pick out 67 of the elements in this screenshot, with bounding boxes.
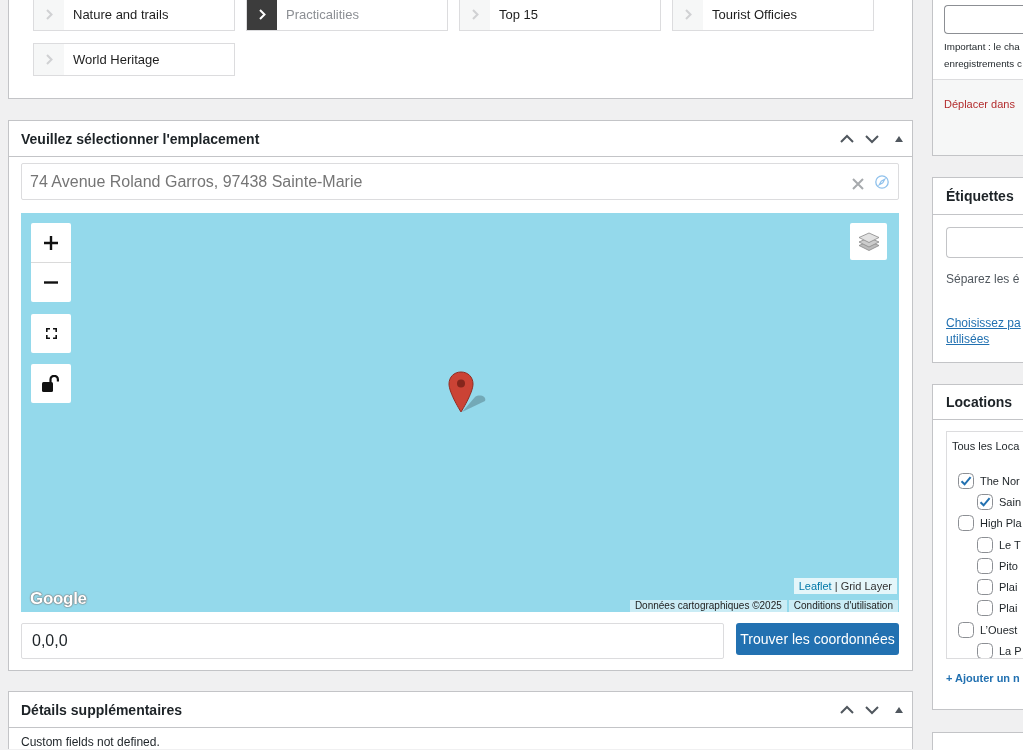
checkbox[interactable] [977,579,993,596]
layers-icon [857,231,880,252]
minus-icon [44,281,58,284]
panel-title: Locations [946,394,1014,410]
map-area[interactable]: Google Leaflet | Grid Layer Données cartographiques ©2025 Conditions d'utilisation [21,213,899,612]
checkbox[interactable] [958,515,974,532]
category-button[interactable]: Top 15 [459,0,661,31]
collapse-button[interactable] [895,706,903,713]
trash-link[interactable]: Déplacer dans [944,94,1015,114]
chevron-up-icon [839,133,855,144]
move-up-button[interactable] [839,704,855,715]
category-button[interactable]: Tourist Officies [672,0,874,31]
zoom-out-button[interactable] [31,263,71,302]
fullscreen-button[interactable] [31,314,71,353]
move-up-button[interactable] [839,133,855,144]
panel-title: Veuillez sélectionner l'emplacement [21,130,261,147]
note-text: Important : le cha enregistrements c [944,40,1023,71]
close-icon [852,178,864,190]
category-button[interactable]: Nature and trails [33,0,235,31]
checkbox[interactable] [958,472,974,489]
location-label: La P [999,644,1022,658]
tag-input-field[interactable] [946,227,1023,258]
location-label: Plai [999,601,1018,616]
zoom-in-button[interactable] [31,223,71,263]
panel-title: Étiquettes [946,188,1015,204]
checkbox[interactable] [977,536,993,553]
chevron-icon [34,44,64,75]
move-down-button[interactable] [864,133,880,144]
location-label: Pito [999,558,1018,573]
collapse-button[interactable] [895,135,903,142]
map-attribution: Leaflet | Grid Layer [793,578,897,594]
chevron-down-icon [864,133,880,144]
plus-icon [44,235,58,250]
checkbox[interactable] [958,621,974,638]
hint-text: Séparez les é [946,271,1021,288]
add-location-link[interactable]: + Ajouter un n [946,670,1020,686]
location-pin [448,371,488,413]
checkbox[interactable] [977,493,993,510]
checkbox[interactable] [977,643,993,658]
triangle-up-icon [895,706,903,713]
location-label: The Nor [980,473,1020,488]
location-label: L’Ouest [980,622,1018,637]
map-credit-link[interactable]: Données cartographiques ©2025 [629,600,787,612]
author-field[interactable] [944,5,1023,34]
location-label: Plai [999,580,1018,595]
all-locations-tab[interactable]: Tous les Loca [952,438,1020,454]
popular-tags-link[interactable]: Choisissez pa utilisées [946,315,1021,347]
checkbox[interactable] [977,600,993,617]
category-button[interactable]: World Heritage [33,43,235,76]
fullscreen-icon [45,328,57,339]
move-down-button[interactable] [864,704,880,715]
empty-fields-message: Custom fields not defined. [21,736,161,749]
location-label: High Pla [980,516,1022,531]
leaflet-link[interactable]: Leaflet [798,580,832,592]
chevron-down-icon [864,704,880,715]
find-coordinates-button[interactable]: Trouver les coordonnées [736,623,899,655]
location-label: Sain [999,494,1022,509]
checkbox[interactable] [977,557,993,574]
coordinates-field[interactable]: 0,0,0 [21,623,724,659]
chevron-up-icon [839,704,855,715]
unlocked-padlock-icon [42,375,60,392]
triangle-up-icon [895,135,903,142]
location-label: Le T [999,537,1021,552]
google-logo: Google [30,589,87,609]
map-credit-link[interactable]: Conditions d'utilisation [788,600,898,612]
panel-title: Détails supplémentaires [21,701,184,718]
lock-button[interactable] [31,364,71,403]
